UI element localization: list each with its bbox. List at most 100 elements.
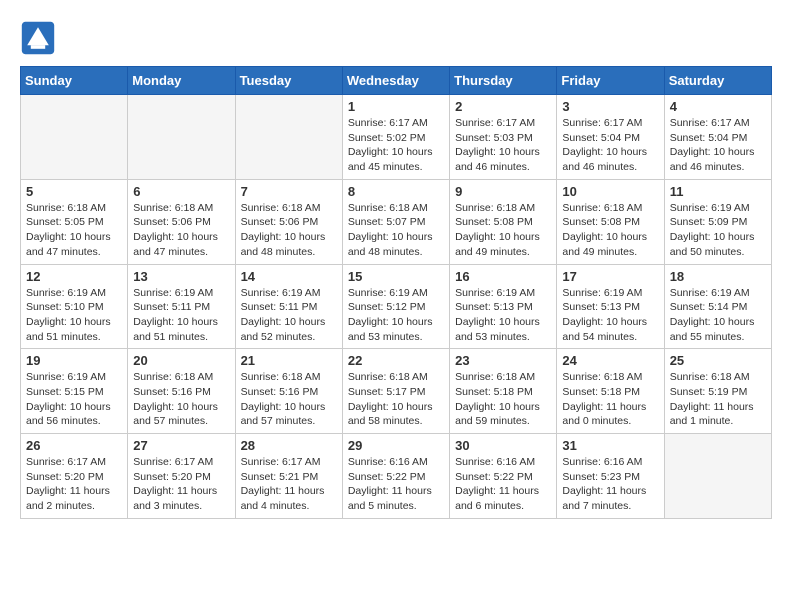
weekday-header-saturday: Saturday	[664, 67, 771, 95]
calendar-cell: 17 Sunrise: 6:19 AMSunset: 5:13 PMDayligh…	[557, 264, 664, 349]
calendar-cell: 1 Sunrise: 6:17 AMSunset: 5:02 PMDaylight…	[342, 95, 449, 180]
day-number: 21	[241, 353, 337, 368]
calendar-cell: 7Sunrise: 6:18 AMSunset: 5:06 PMDaylight…	[235, 179, 342, 264]
day-number: 25	[670, 353, 766, 368]
calendar-cell: 14 Sunrise: 6:19 AMSunset: 5:11 PMDayligh…	[235, 264, 342, 349]
day-number: 22	[348, 353, 444, 368]
day-number: 24	[562, 353, 658, 368]
day-info: Sunrise: 6:19 AMSunset: 5:11 PMDaylight:…	[241, 286, 337, 345]
week-row-4: 19Sunrise: 6:19 AMSunset: 5:15 PMDayligh…	[21, 349, 772, 434]
day-info: Sunrise: 6:18 AMSunset: 5:06 PMDaylight:…	[241, 201, 337, 260]
day-number: 27	[133, 438, 229, 453]
day-info: Sunrise: 6:19 AMSunset: 5:15 PMDaylight:…	[26, 370, 122, 429]
day-number: 1	[348, 99, 444, 114]
calendar-cell: 5 Sunrise: 6:18 AMSunset: 5:05 PMDaylight…	[21, 179, 128, 264]
day-info: Sunrise: 6:19 AMSunset: 5:14 PMDaylight:…	[670, 286, 766, 345]
day-number: 14	[241, 269, 337, 284]
day-info: Sunrise: 6:18 AMSunset: 5:07 PMDaylight:…	[348, 201, 444, 260]
day-number: 10	[562, 184, 658, 199]
day-number: 30	[455, 438, 551, 453]
calendar-cell: 12 Sunrise: 6:19 AMSunset: 5:10 PMDayligh…	[21, 264, 128, 349]
logo	[20, 20, 62, 56]
calendar-cell: 4 Sunrise: 6:17 AMSunset: 5:04 PMDaylight…	[664, 95, 771, 180]
calendar-cell	[235, 95, 342, 180]
day-number: 26	[26, 438, 122, 453]
calendar-cell: 27Sunrise: 6:17 AMSunset: 5:20 PMDayligh…	[128, 434, 235, 519]
day-info: Sunrise: 6:17 AMSunset: 5:04 PMDaylight:…	[562, 116, 658, 175]
calendar-cell: 16 Sunrise: 6:19 AMSunset: 5:13 PMDayligh…	[450, 264, 557, 349]
calendar-cell: 21 Sunrise: 6:18 AMSunset: 5:16 PMDayligh…	[235, 349, 342, 434]
day-number: 4	[670, 99, 766, 114]
day-number: 8	[348, 184, 444, 199]
calendar-cell	[21, 95, 128, 180]
day-number: 12	[26, 269, 122, 284]
logo-icon	[20, 20, 56, 56]
week-row-5: 26 Sunrise: 6:17 AMSunset: 5:20 PMDayligh…	[21, 434, 772, 519]
day-number: 20	[133, 353, 229, 368]
week-row-2: 5 Sunrise: 6:18 AMSunset: 5:05 PMDaylight…	[21, 179, 772, 264]
day-number: 18	[670, 269, 766, 284]
calendar-table: SundayMondayTuesdayWednesdayThursdayFrid…	[20, 66, 772, 519]
day-number: 5	[26, 184, 122, 199]
calendar-cell: 13Sunrise: 6:19 AMSunset: 5:11 PMDayligh…	[128, 264, 235, 349]
calendar-cell: 30 Sunrise: 6:16 AMSunset: 5:22 PMDayligh…	[450, 434, 557, 519]
day-number: 6	[133, 184, 229, 199]
day-number: 3	[562, 99, 658, 114]
weekday-header-wednesday: Wednesday	[342, 67, 449, 95]
day-info: Sunrise: 6:18 AMSunset: 5:16 PMDaylight:…	[133, 370, 229, 429]
day-info: Sunrise: 6:16 AMSunset: 5:22 PMDaylight:…	[348, 455, 444, 514]
day-info: Sunrise: 6:17 AMSunset: 5:20 PMDaylight:…	[26, 455, 122, 514]
calendar-cell: 15 Sunrise: 6:19 AMSunset: 5:12 PMDayligh…	[342, 264, 449, 349]
calendar-cell: 22 Sunrise: 6:18 AMSunset: 5:17 PMDayligh…	[342, 349, 449, 434]
calendar-cell: 24 Sunrise: 6:18 AMSunset: 5:18 PMDayligh…	[557, 349, 664, 434]
day-info: Sunrise: 6:19 AMSunset: 5:13 PMDaylight:…	[562, 286, 658, 345]
day-number: 15	[348, 269, 444, 284]
day-info: Sunrise: 6:17 AMSunset: 5:02 PMDaylight:…	[348, 116, 444, 175]
calendar-cell: 19Sunrise: 6:19 AMSunset: 5:15 PMDayligh…	[21, 349, 128, 434]
weekday-header-row: SundayMondayTuesdayWednesdayThursdayFrid…	[21, 67, 772, 95]
day-info: Sunrise: 6:18 AMSunset: 5:08 PMDaylight:…	[455, 201, 551, 260]
calendar-cell: 18 Sunrise: 6:19 AMSunset: 5:14 PMDayligh…	[664, 264, 771, 349]
day-info: Sunrise: 6:17 AMSunset: 5:04 PMDaylight:…	[670, 116, 766, 175]
weekday-header-monday: Monday	[128, 67, 235, 95]
calendar-cell: 23Sunrise: 6:18 AMSunset: 5:18 PMDayligh…	[450, 349, 557, 434]
calendar-cell: 8 Sunrise: 6:18 AMSunset: 5:07 PMDaylight…	[342, 179, 449, 264]
day-info: Sunrise: 6:18 AMSunset: 5:17 PMDaylight:…	[348, 370, 444, 429]
calendar-cell: 9Sunrise: 6:18 AMSunset: 5:08 PMDaylight…	[450, 179, 557, 264]
day-info: Sunrise: 6:19 AMSunset: 5:13 PMDaylight:…	[455, 286, 551, 345]
day-info: Sunrise: 6:19 AMSunset: 5:09 PMDaylight:…	[670, 201, 766, 260]
day-number: 2	[455, 99, 551, 114]
day-info: Sunrise: 6:19 AMSunset: 5:12 PMDaylight:…	[348, 286, 444, 345]
day-number: 29	[348, 438, 444, 453]
weekday-header-sunday: Sunday	[21, 67, 128, 95]
calendar-cell: 28 Sunrise: 6:17 AMSunset: 5:21 PMDayligh…	[235, 434, 342, 519]
day-info: Sunrise: 6:18 AMSunset: 5:08 PMDaylight:…	[562, 201, 658, 260]
day-number: 23	[455, 353, 551, 368]
week-row-3: 12 Sunrise: 6:19 AMSunset: 5:10 PMDayligh…	[21, 264, 772, 349]
calendar-cell: 6Sunrise: 6:18 AMSunset: 5:06 PMDaylight…	[128, 179, 235, 264]
day-info: Sunrise: 6:16 AMSunset: 5:23 PMDaylight:…	[562, 455, 658, 514]
day-number: 17	[562, 269, 658, 284]
day-info: Sunrise: 6:19 AMSunset: 5:10 PMDaylight:…	[26, 286, 122, 345]
calendar-cell: 11 Sunrise: 6:19 AMSunset: 5:09 PMDayligh…	[664, 179, 771, 264]
calendar-cell: 3 Sunrise: 6:17 AMSunset: 5:04 PMDaylight…	[557, 95, 664, 180]
calendar-cell: 20 Sunrise: 6:18 AMSunset: 5:16 PMDayligh…	[128, 349, 235, 434]
weekday-header-friday: Friday	[557, 67, 664, 95]
day-number: 11	[670, 184, 766, 199]
weekday-header-thursday: Thursday	[450, 67, 557, 95]
day-info: Sunrise: 6:18 AMSunset: 5:05 PMDaylight:…	[26, 201, 122, 260]
week-row-1: 1 Sunrise: 6:17 AMSunset: 5:02 PMDaylight…	[21, 95, 772, 180]
calendar-cell	[664, 434, 771, 519]
day-info: Sunrise: 6:17 AMSunset: 5:21 PMDaylight:…	[241, 455, 337, 514]
day-info: Sunrise: 6:18 AMSunset: 5:16 PMDaylight:…	[241, 370, 337, 429]
day-info: Sunrise: 6:19 AMSunset: 5:11 PMDaylight:…	[133, 286, 229, 345]
day-number: 16	[455, 269, 551, 284]
day-number: 28	[241, 438, 337, 453]
calendar-cell: 26 Sunrise: 6:17 AMSunset: 5:20 PMDayligh…	[21, 434, 128, 519]
calendar-cell: 2 Sunrise: 6:17 AMSunset: 5:03 PMDaylight…	[450, 95, 557, 180]
day-info: Sunrise: 6:17 AMSunset: 5:03 PMDaylight:…	[455, 116, 551, 175]
day-number: 31	[562, 438, 658, 453]
day-info: Sunrise: 6:18 AMSunset: 5:18 PMDaylight:…	[562, 370, 658, 429]
day-info: Sunrise: 6:16 AMSunset: 5:22 PMDaylight:…	[455, 455, 551, 514]
day-info: Sunrise: 6:18 AMSunset: 5:19 PMDaylight:…	[670, 370, 766, 429]
